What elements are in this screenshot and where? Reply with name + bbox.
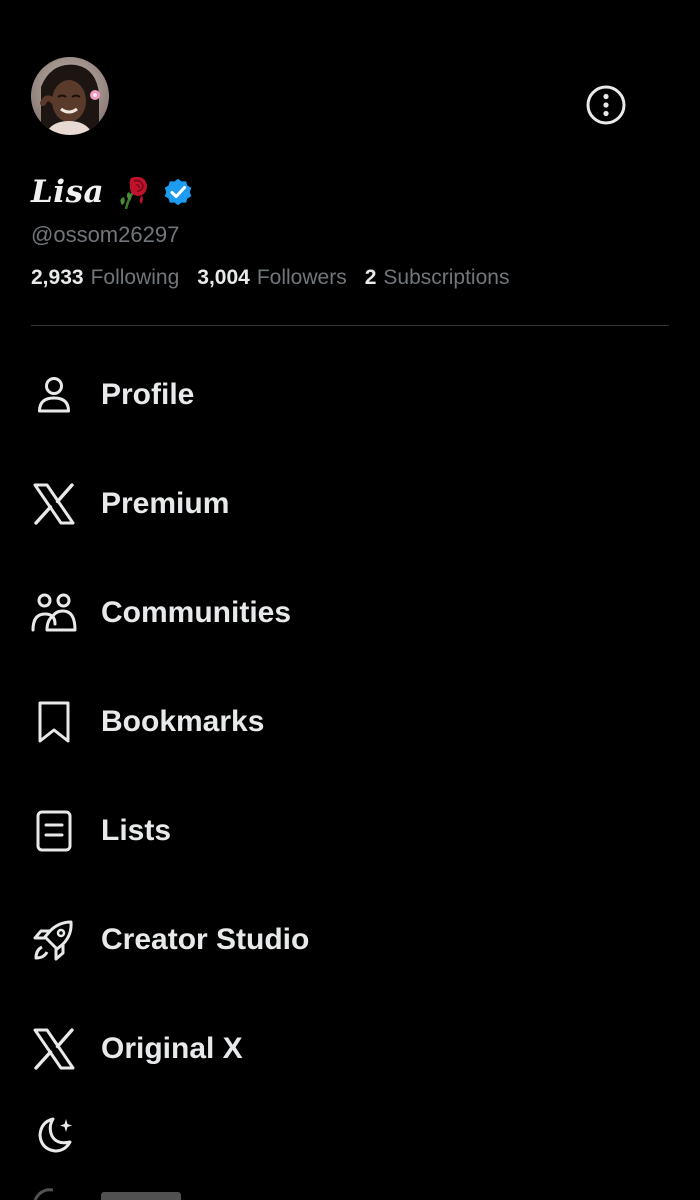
profile-name-row[interactable]: Lisa bbox=[31, 172, 194, 212]
menu-item-communities[interactable]: Communities bbox=[0, 573, 700, 653]
more-options-button[interactable] bbox=[585, 84, 627, 126]
following-label: Following bbox=[90, 266, 180, 289]
subscriptions-count: 2 bbox=[364, 266, 377, 289]
menu-item-bookmarks[interactable]: Bookmarks bbox=[0, 682, 700, 762]
theme-toggle-button[interactable] bbox=[31, 1112, 77, 1158]
menu-label: Creator Studio bbox=[101, 923, 310, 956]
menu-item-premium[interactable]: Premium bbox=[0, 464, 700, 544]
following-stat[interactable]: 2,933 Following bbox=[31, 266, 179, 290]
list-icon bbox=[31, 808, 77, 854]
display-name: Lisa bbox=[31, 174, 105, 210]
followers-label: Followers bbox=[256, 266, 347, 289]
person-icon bbox=[31, 372, 77, 418]
subscriptions-stat[interactable]: 2 Subscriptions bbox=[365, 266, 510, 290]
communities-icon bbox=[31, 590, 77, 636]
menu-label: Profile bbox=[101, 378, 195, 411]
menu-item-lists[interactable]: Lists bbox=[0, 791, 700, 871]
menu-item-creator-studio[interactable]: Creator Studio bbox=[0, 900, 700, 980]
following-count: 2,933 bbox=[31, 266, 84, 289]
menu-label: Premium bbox=[101, 487, 230, 520]
menu-item-original-x[interactable]: Original X bbox=[0, 1009, 700, 1089]
menu-label: Bookmarks bbox=[101, 705, 265, 738]
avatar-image bbox=[31, 57, 109, 135]
rose-wilted-icon bbox=[120, 176, 148, 210]
follow-stats: 2,933 Following 3,004 Followers 2 Subscr… bbox=[31, 266, 527, 290]
cutoff-menu-item bbox=[31, 1186, 191, 1200]
followers-count: 3,004 bbox=[197, 266, 250, 289]
user-handle: @ossom26297 bbox=[31, 222, 180, 247]
menu-label: Lists bbox=[101, 814, 172, 847]
menu-label: Communities bbox=[101, 596, 292, 629]
x-logo-icon bbox=[31, 481, 77, 527]
menu-label: Original X bbox=[101, 1032, 243, 1065]
verified-badge-icon bbox=[164, 178, 192, 206]
moon-stars-icon bbox=[38, 1117, 72, 1153]
x-logo-icon bbox=[31, 1026, 77, 1072]
divider bbox=[31, 325, 669, 326]
menu-item-profile[interactable]: Profile bbox=[0, 355, 700, 435]
bookmark-icon bbox=[31, 699, 77, 745]
followers-stat[interactable]: 3,004 Followers bbox=[197, 266, 346, 290]
subscriptions-label: Subscriptions bbox=[383, 266, 510, 289]
avatar[interactable] bbox=[31, 57, 109, 135]
rocket-icon bbox=[31, 917, 77, 963]
more-options-icon bbox=[586, 85, 626, 125]
